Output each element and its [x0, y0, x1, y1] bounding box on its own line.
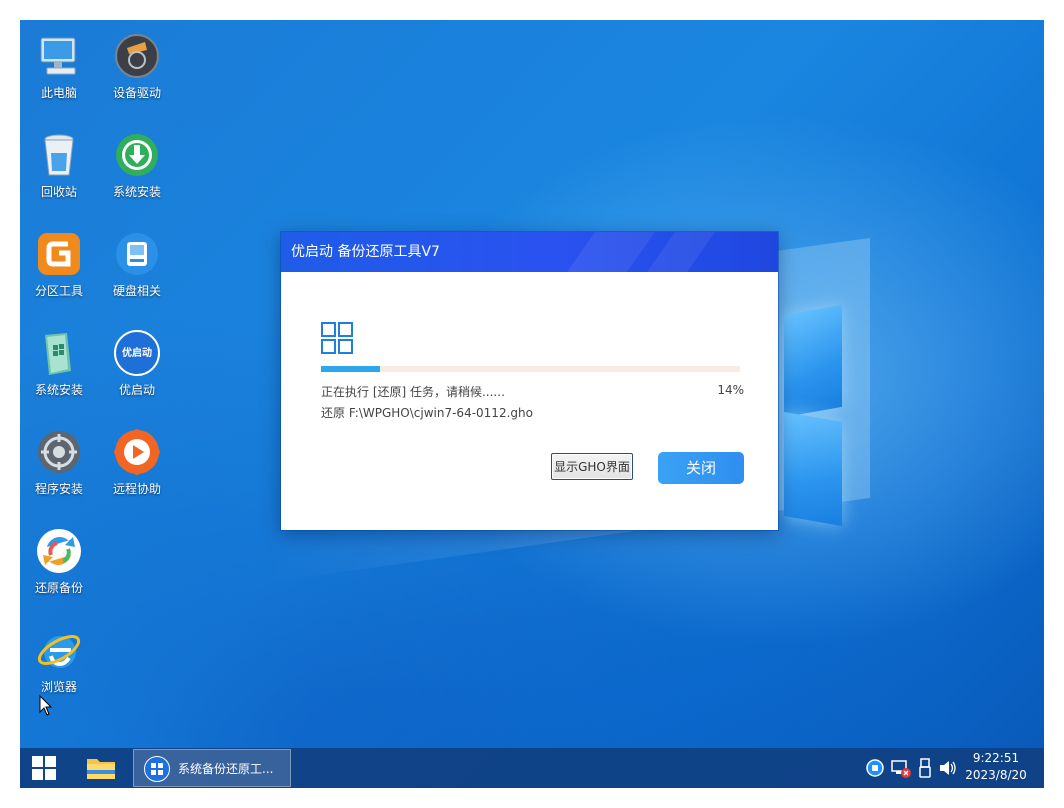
progress-bar-fill: [321, 366, 380, 372]
youqidong-icon: 优启动: [113, 329, 161, 377]
desktop-icon-label: 硬盘相关: [112, 284, 161, 298]
desktop-icon-remote-assist[interactable]: 远程协助: [98, 422, 176, 512]
desktop-icon-system-install-green[interactable]: 系统安装: [98, 125, 176, 215]
desktop: 此电脑 设备驱动 回收站 系统安装 分区工具 硬盘相关 系统安装 优启动 优启动…: [20, 20, 1044, 788]
youqidong-logo-text: 优启动: [122, 348, 152, 359]
mouse-cursor-icon: [39, 695, 53, 716]
restore-backup-icon: [35, 527, 83, 575]
desktop-icon-label: 优启动: [118, 383, 155, 397]
desktop-icon-system-install[interactable]: 系统安装: [20, 323, 98, 413]
device-driver-icon: [113, 32, 161, 80]
desktop-icon-device-driver[interactable]: 设备驱动: [98, 26, 176, 116]
taskbar-app-label: 系统备份还原工...: [178, 762, 274, 776]
folder-icon: [87, 759, 115, 779]
start-button[interactable]: [20, 748, 68, 788]
clock-time: 9:22:51: [972, 751, 1020, 765]
volume-icon[interactable]: [938, 748, 958, 788]
restore-path-text: 还原 F:\WPGHO\cjwin7-64-0112.gho: [321, 406, 533, 420]
usb-device-icon[interactable]: [917, 748, 933, 788]
desktop-icon-label: 系统安装: [112, 185, 161, 199]
desktop-icon-program-install[interactable]: 程序安装: [20, 422, 98, 512]
desktop-icon-label: 系统安装: [34, 383, 83, 397]
desktop-icon-youqidong[interactable]: 优启动 优启动: [98, 323, 176, 413]
wallpaper-logo-pane-tl: [784, 304, 842, 418]
taskbar: 系统备份还原工... 9:22:51 2023/8/20: [20, 748, 1044, 788]
clock-date: 2023/8/20: [965, 768, 1027, 782]
recycle-bin-icon: [35, 131, 83, 179]
app-windows-icon: [144, 756, 170, 782]
internet-explorer-icon: [35, 626, 83, 674]
program-install-icon: [35, 428, 83, 476]
download-install-icon: [113, 131, 161, 179]
desktop-icon-label: 还原备份: [34, 581, 83, 595]
desktop-icon-label: 设备驱动: [112, 86, 161, 100]
desktop-icon-this-pc[interactable]: 此电脑: [20, 26, 98, 116]
desktop-icon-hard-disk[interactable]: 硬盘相关: [98, 224, 176, 314]
progress-bar: [321, 366, 740, 372]
progress-percent: 14%: [717, 383, 744, 397]
system-install-icon: [35, 329, 83, 377]
desktop-icon-label: 程序安装: [34, 482, 83, 496]
dialog-title-bar[interactable]: 优启动 备份还原工具V7: [281, 232, 778, 272]
network-disconnected-icon[interactable]: [890, 748, 912, 788]
tray-app-icon[interactable]: [865, 748, 885, 788]
system-clock[interactable]: 9:22:51 2023/8/20: [960, 750, 1032, 784]
desktop-icon-label: 分区工具: [34, 284, 83, 298]
desktop-icon-label: 回收站: [40, 185, 77, 199]
status-text: 正在执行 [还原] 任务，请稍候......: [321, 385, 505, 399]
desktop-icon-recycle-bin[interactable]: 回收站: [20, 125, 98, 215]
windows-grid-icon: [321, 322, 353, 354]
desktop-icon-label: 此电脑: [40, 86, 77, 100]
computer-icon: [35, 32, 83, 80]
hard-disk-icon: [113, 230, 161, 278]
desktop-icon-partition-tool[interactable]: 分区工具: [20, 224, 98, 314]
backup-restore-dialog: 优启动 备份还原工具V7 正在执行 [还原] 任务，请稍候...... 14% …: [281, 232, 778, 530]
desktop-icon-label: 浏览器: [40, 680, 77, 694]
show-ghost-ui-button[interactable]: 显示GHO界面: [551, 453, 633, 480]
remote-assist-icon: [113, 428, 161, 476]
partition-tool-icon: [35, 230, 83, 278]
close-button[interactable]: 关闭: [658, 452, 744, 484]
desktop-icon-label: 远程协助: [112, 482, 161, 496]
desktop-icon-restore-backup[interactable]: 还原备份: [20, 521, 98, 611]
windows-logo-icon: [32, 756, 56, 780]
taskbar-app-backup-restore[interactable]: 系统备份还原工...: [133, 749, 291, 787]
wallpaper-logo-pane-bl: [784, 411, 842, 527]
dialog-title: 优启动 备份还原工具V7: [291, 244, 440, 260]
desktop-icon-browser[interactable]: 浏览器: [20, 620, 98, 710]
file-explorer-button[interactable]: [76, 748, 124, 788]
